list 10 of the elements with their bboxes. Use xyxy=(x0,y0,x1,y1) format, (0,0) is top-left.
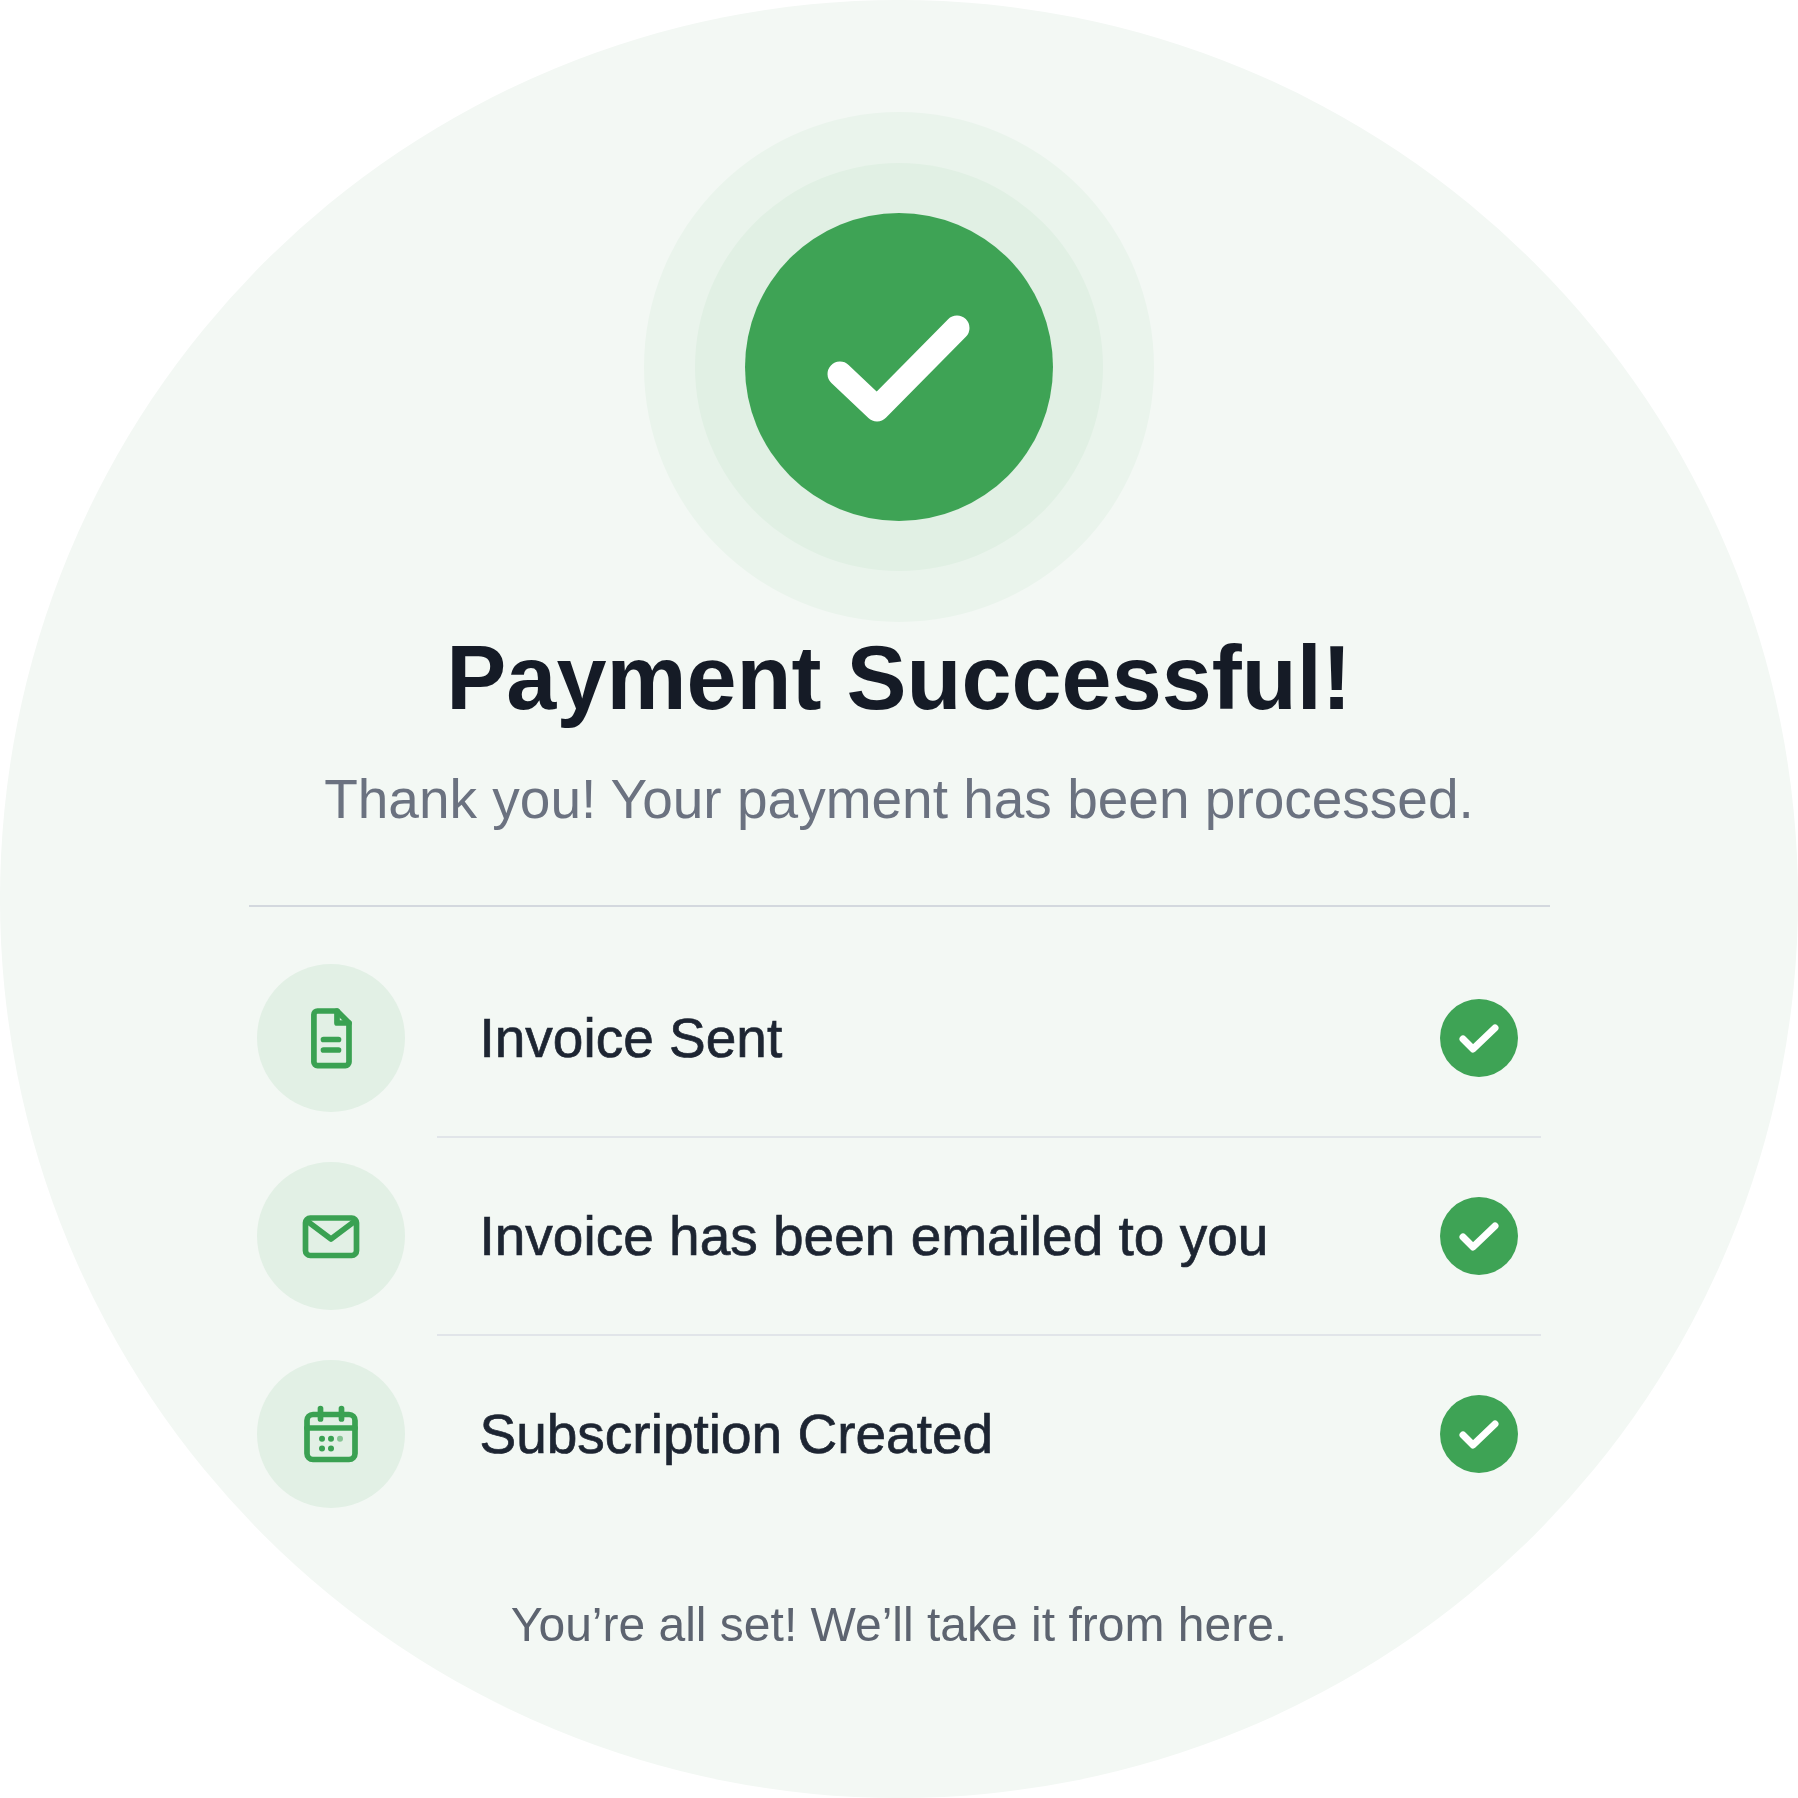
page-title: Payment Successful! xyxy=(446,627,1352,730)
document-icon xyxy=(256,963,405,1112)
calendar-icon xyxy=(256,1359,405,1508)
subtitle-text: Thank you! Your payment has been processed. xyxy=(324,766,1474,832)
step-label: Invoice has been emailed to you xyxy=(479,1203,1270,1269)
envelope-icon xyxy=(256,1161,405,1310)
footer-message: You’re all set! We’ll take it from here. xyxy=(510,1596,1288,1653)
step-label: Invoice Sent xyxy=(479,1005,784,1071)
step-label: Subscription Created xyxy=(479,1401,995,1467)
success-check-icon xyxy=(644,112,1154,622)
